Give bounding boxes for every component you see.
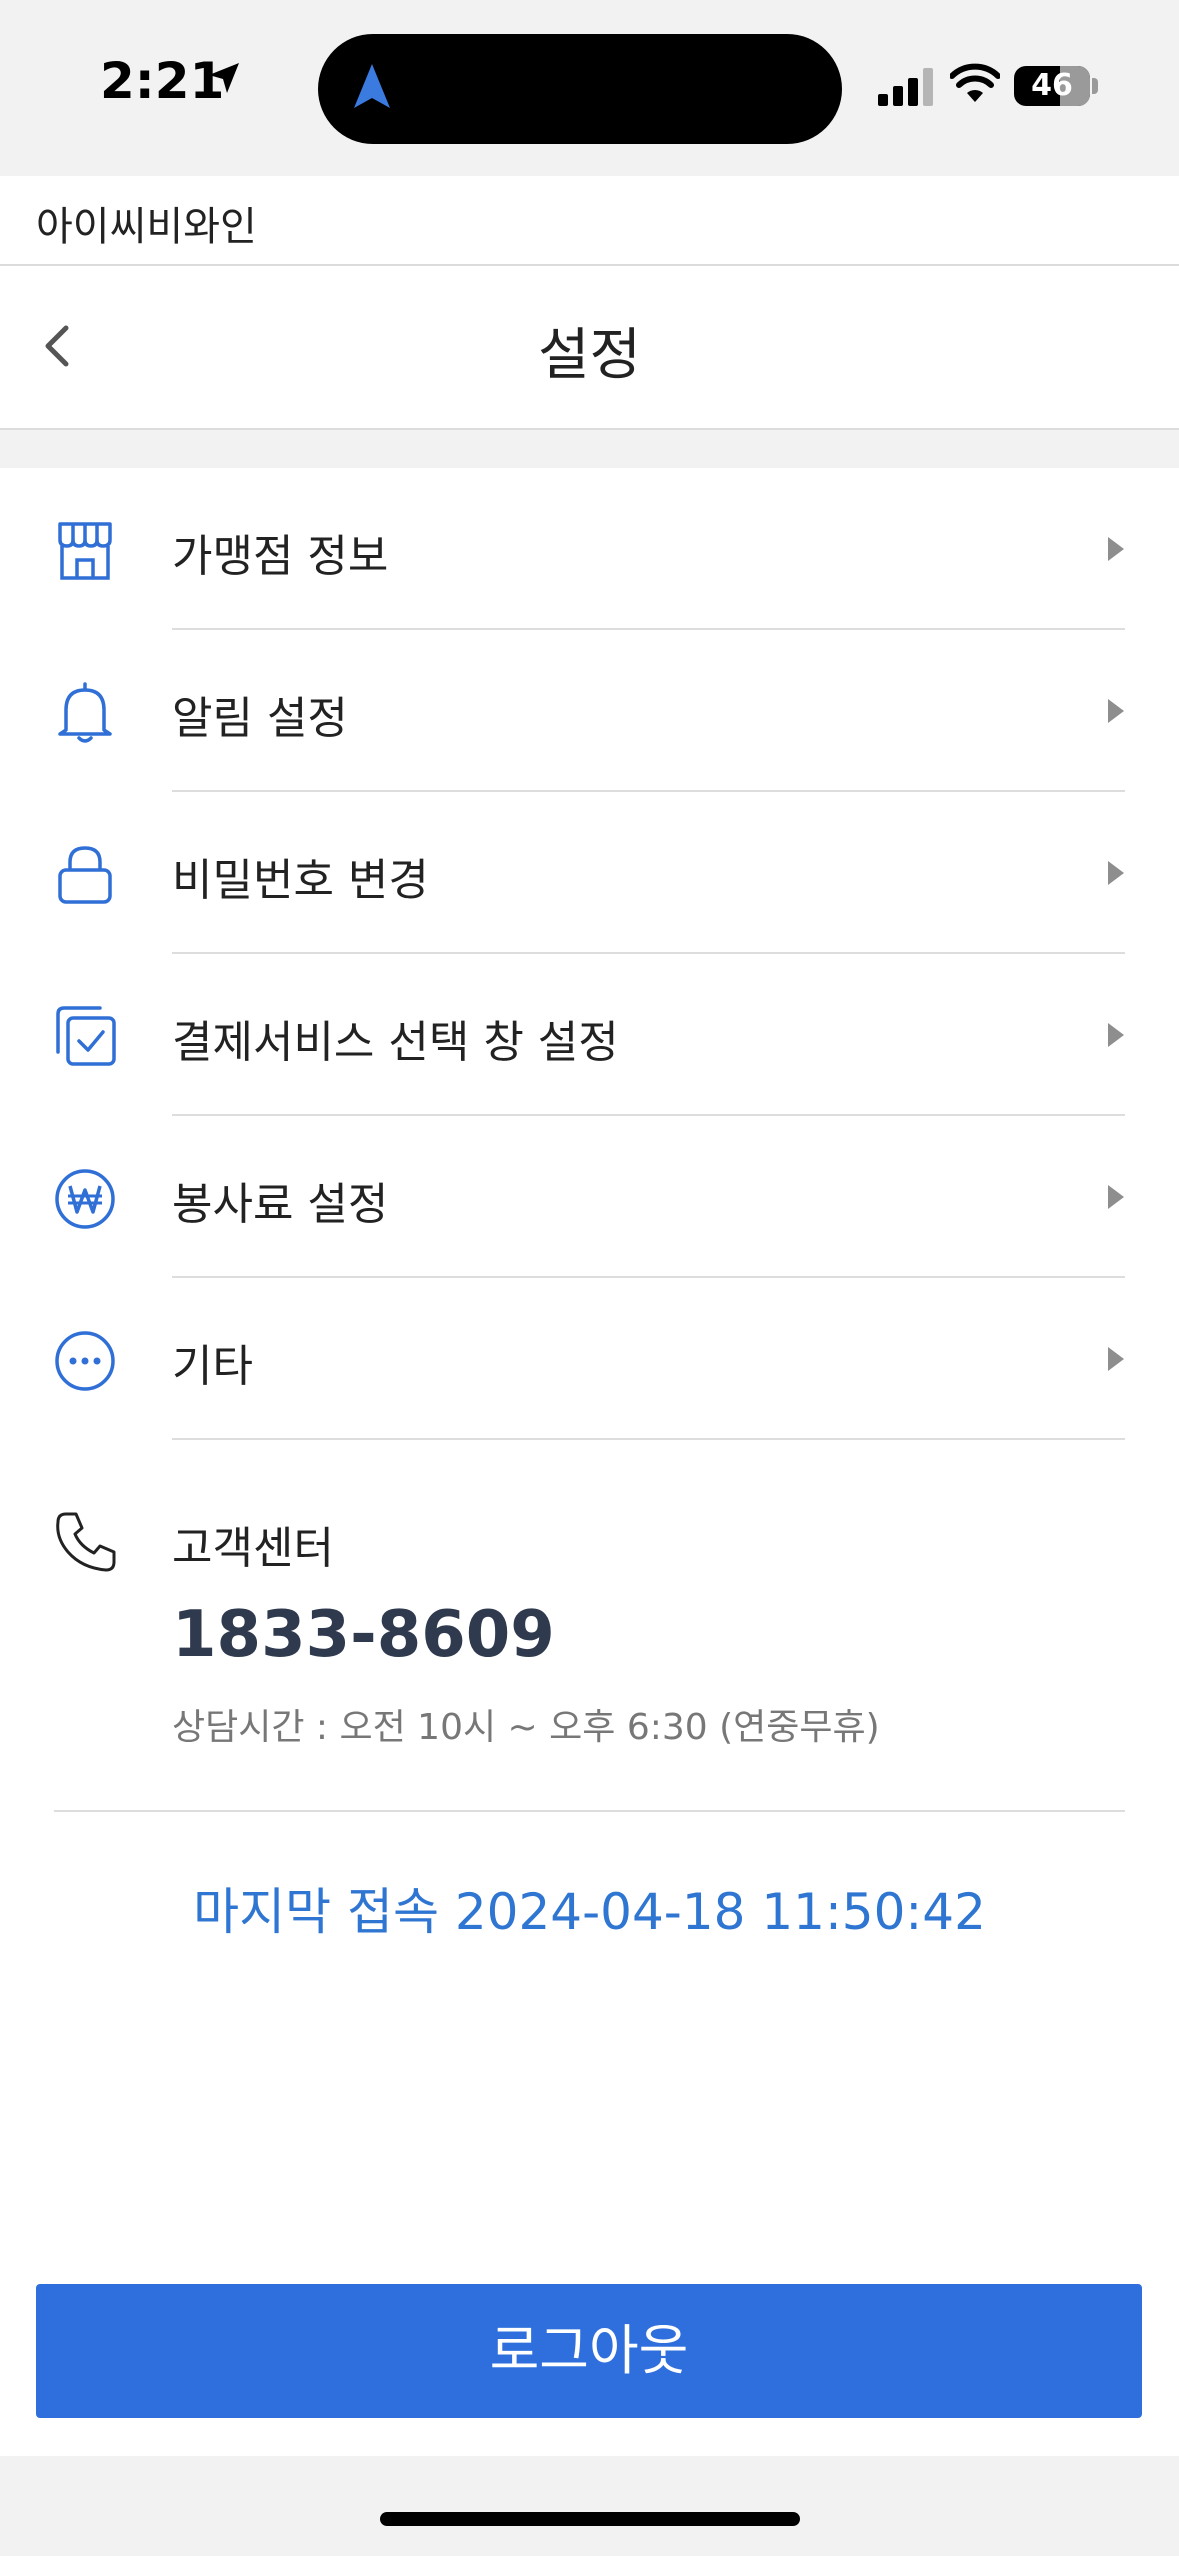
cellular-signal-icon (878, 66, 936, 106)
store-icon (58, 522, 112, 580)
bell-icon (58, 682, 112, 743)
phone-icon[interactable] (52, 1510, 118, 1576)
battery-level: 46 (1031, 68, 1073, 103)
battery-nub (1092, 78, 1098, 94)
logout-button[interactable]: 로그아웃 (36, 2284, 1142, 2418)
customer-center: 고객센터 1833-8609 상담시간 : 오전 10시 ~ 오후 6:30 (… (0, 1438, 1179, 1808)
status-bar: 2:21 46 (0, 0, 1179, 176)
customer-center-phone[interactable]: 1833-8609 (172, 1598, 555, 1672)
menu-item-service-charge-settings[interactable]: 봉사료 설정 (0, 1116, 1179, 1278)
triangle-right-icon (1108, 1347, 1124, 1371)
app-name-bar: 아이씨비와인 (0, 176, 1179, 266)
menu-item-other[interactable]: 기타 (0, 1278, 1179, 1440)
checkbox-stack-icon (56, 1006, 116, 1066)
menu-item-store-info[interactable]: 가맹점 정보 (0, 468, 1179, 630)
triangle-right-icon (1108, 861, 1124, 885)
support-divider (54, 1810, 1125, 1812)
menu-item-label: 기타 (172, 1341, 253, 1392)
menu-item-label: 알림 설정 (172, 693, 348, 744)
app-name: 아이씨비와인 (36, 204, 257, 250)
settings-list: 가맹점 정보 알림 설정 비밀번호 변경 결제서비스 선택 창 설정 봉사료 설… (0, 468, 1179, 2456)
settings-header: 설정 (0, 266, 1179, 430)
navigation-icon (354, 64, 390, 108)
menu-item-label: 결제서비스 선택 창 설정 (172, 1017, 619, 1068)
customer-center-hours: 상담시간 : 오전 10시 ~ 오후 6:30 (연중무휴) (172, 1707, 880, 1748)
last-login-text: 마지막 접속 2024-04-18 11:50:42 (193, 1883, 986, 1941)
menu-item-payment-service-settings[interactable]: 결제서비스 선택 창 설정 (0, 954, 1179, 1116)
more-dots-icon (55, 1331, 115, 1391)
triangle-right-icon (1108, 1023, 1124, 1047)
menu-item-label: 비밀번호 변경 (172, 855, 429, 906)
won-coin-icon (55, 1169, 115, 1229)
customer-center-label: 고객센터 (172, 1523, 334, 1574)
menu-item-change-password[interactable]: 비밀번호 변경 (0, 792, 1179, 954)
triangle-right-icon (1108, 537, 1124, 561)
wifi-icon (950, 63, 1000, 102)
triangle-right-icon (1108, 699, 1124, 723)
lock-icon (58, 846, 112, 904)
home-indicator (380, 2512, 800, 2526)
menu-item-label: 봉사료 설정 (172, 1179, 389, 1230)
menu-item-label: 가맹점 정보 (172, 531, 389, 582)
menu-item-notification-settings[interactable]: 알림 설정 (0, 630, 1179, 792)
triangle-right-icon (1108, 1185, 1124, 1209)
battery-icon: 46 (1014, 66, 1090, 106)
location-arrow-icon (209, 63, 239, 93)
page-title: 설정 (537, 323, 642, 388)
dynamic-island (318, 34, 842, 144)
